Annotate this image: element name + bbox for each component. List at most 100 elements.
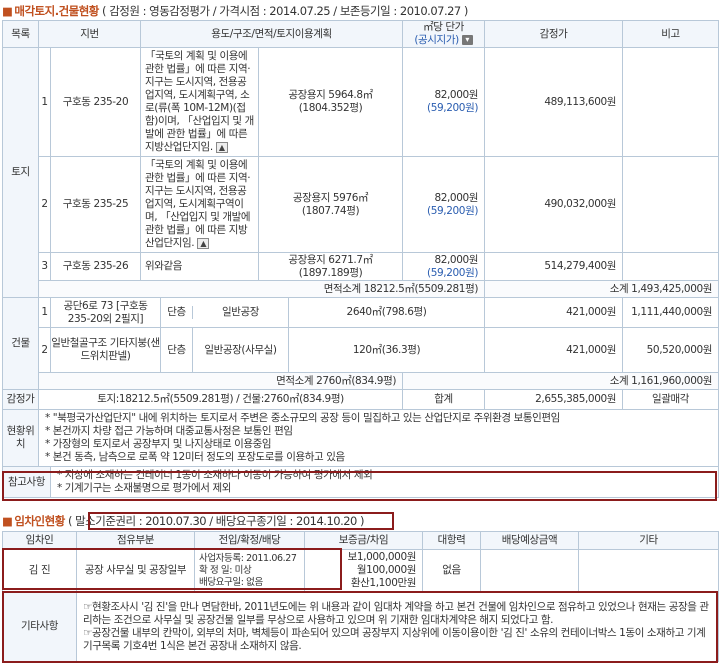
building-row-desc: 일반철골구조 기타지붕(샌드위치판넬) [50, 327, 161, 373]
appraisal-note: 일괄매각 [622, 389, 720, 410]
land-label: 토지 [2, 47, 39, 298]
building-row-area: 120㎡(36.3평) [287, 327, 486, 373]
appraisal-label: 감정가 [2, 389, 39, 410]
tenant-header-priority: 대항력 [422, 531, 481, 550]
building-row-value: 50,520,000원 [622, 327, 720, 373]
bullet-icon: ■ [2, 4, 13, 18]
section-subtitle: ( 감정원 : 영동감정평가 / 가격시점 : 2014.07.25 / 보존등… [102, 4, 468, 18]
land-row-pyeong: (1807.74평) [301, 204, 360, 217]
bullet-icon: ■ [2, 514, 13, 528]
tenant-header-dates: 전입/확정/배당 [194, 531, 305, 550]
building-row-price: 421,000원 [484, 297, 624, 328]
building-row: 2 일반철골구조 기타지붕(샌드위치판넬) 단층 일반공장(사무실) 120㎡(… [3, 327, 720, 373]
other-highlight [2, 591, 718, 663]
land-row-plan-text: 「국토의 계획 및 이용에 관한 법률」에 따른 지역·지구는 도시지역, 전용… [145, 159, 251, 249]
tenant-header-name: 임차인 [2, 531, 77, 550]
location-line: * "북평국가산업단지" 내에 위치하는 토지로서 주변은 중소규모의 공장 등… [45, 412, 560, 424]
location-line: * 본건 동측, 남측으로 로폭 약 12미터 정도의 포장도로를 이용하고 있… [45, 451, 345, 463]
land-row-use: 공장용지 5976㎡ (1807.74평) [257, 156, 404, 253]
land-row-price: 82,000원 (59,200원) [402, 47, 486, 157]
land-building-table: 목록 지번 용도/구조/면적/토지이용계획 ㎡당 단가 (공시지가) ▾ 감정가… [2, 20, 720, 498]
land-row-gongsi: (59,200원) [427, 266, 479, 279]
land-row-use-text: 공장용지 5964.8㎡ [288, 89, 373, 101]
land-row-price-text: 82,000원 [434, 89, 479, 101]
land-area-subtotal: 면적소계 18212.5㎡(5509.281평) [37, 280, 486, 298]
land-row-bigo [622, 156, 720, 253]
land-row-use-text: 공장용지 6271.7㎡ [288, 253, 373, 266]
land-row-use: 공장용지 6271.7㎡ (1897.189평) [257, 252, 404, 281]
collapse-icon[interactable]: ▲ [215, 141, 228, 153]
header-gamjeong: 감정가 [484, 20, 624, 48]
land-row-jibeon: 구호동 235-25 [50, 156, 141, 253]
building-label: 건물 [2, 297, 39, 390]
building-row-use-cell: 단층 일반공장(사무실) [160, 327, 289, 373]
building-row-use-cell: 단층 일반공장 [160, 297, 289, 328]
land-row-price-text: 82,000원 [434, 191, 479, 204]
land-row: 3 구호동 235-26 위와같음 공장용지 6271.7㎡ (1897.189평… [3, 252, 720, 281]
building-row-use: 일반공장(사무실) [204, 343, 277, 356]
building-row-area: 2640㎡(798.6평) [287, 297, 486, 328]
land-row-price: 82,000원 (59,200원) [402, 156, 486, 253]
header-gongsi-link[interactable]: (공시지가) [414, 34, 459, 46]
tenant-header-etc: 기타 [578, 531, 719, 550]
land-row-plan: 「국토의 계획 및 이용에 관한 법률」에 따른 지역·지구는 도시지역, 전용… [140, 47, 259, 157]
building-row-no: 1 [38, 297, 51, 328]
land-row-plan: 「국토의 계획 및 이용에 관한 법률」에 따른 지역·지구는 도시지역, 전용… [140, 156, 259, 253]
tenant-priority: 없음 [422, 549, 481, 592]
land-row-value: 490,032,000원 [484, 156, 624, 253]
land-row-bigo [622, 252, 720, 281]
building-subtotal-row: 면적소계 2760㎡(834.9평) 소계 1,161,960,000원 [3, 372, 720, 390]
land-row-pyeong: (1897.189평) [298, 266, 363, 279]
building-subtotal: 소계 1,161,960,000원 [402, 372, 720, 390]
appraisal-total: 2,655,385,000원 [484, 389, 624, 410]
land-row-plan-text: 「국토의 계획 및 이용에 관한 법률」에 따른 지역·지구는 도시지역, 전용… [145, 50, 254, 153]
land-row-price-text: 82,000원 [434, 253, 479, 266]
land-row-value: 514,279,400원 [484, 252, 624, 281]
building-row-use: 일반공장 [221, 306, 260, 318]
header-yongdo: 용도/구조/면적/토지이용계획 [139, 20, 404, 48]
building-area-subtotal: 면적소계 2760㎡(834.9평) [37, 372, 404, 390]
land-row-plan: 위와같음 [140, 252, 259, 281]
building-row-floor-text: 단층 [162, 328, 193, 372]
section-title-land-building: ■ 매각토지.건물현황 ( 감정원 : 영동감정평가 / 가격시점 : 2014.… [2, 3, 468, 19]
appraisal-summary: 토지:18212.5㎡(5509.281평) / 건물:2760㎡(834.9평… [37, 389, 404, 410]
land-row-no: 3 [38, 252, 51, 281]
location-notes: * "북평국가산업단지" 내에 위치하는 토지로서 주변은 중소규모의 공장 등… [37, 409, 720, 467]
land-row-gongsi: (59,200원) [427, 204, 479, 217]
header-bigo: 비고 [622, 20, 720, 48]
land-row-value: 489,113,600원 [484, 47, 624, 157]
reference-highlight [2, 471, 717, 501]
header-danga: ㎡당 단가 (공시지가) ▾ [402, 20, 486, 48]
location-line: * 본건까지 차량 접근 가능하며 대중교통사정은 보통인 편임 [45, 425, 293, 437]
land-row: 2 구호동 235-25 「국토의 계획 및 이용에 관한 법률」에 따른 지역… [3, 156, 720, 253]
subtitle-highlight [88, 512, 394, 530]
header-danga-label: ㎡당 단가 [423, 21, 464, 34]
land-row-no: 2 [38, 156, 51, 253]
land-row: 토지 1 구호동 235-20 「국토의 계획 및 이용에 관한 법률」에 따른… [2, 47, 720, 298]
section-title-text: 임차인현황 [14, 514, 65, 528]
header-mokrok: 목록 [2, 20, 39, 48]
land-row-bigo [622, 47, 720, 157]
tenant-header-deposit: 보증금/차임 [304, 531, 423, 550]
gongsi-toggle-icon[interactable]: ▾ [461, 35, 473, 45]
building-row-price: 421,000원 [484, 327, 624, 373]
location-row: 현황위치 * "북평국가산업단지" 내에 위치하는 토지로서 주변은 중소규모의… [2, 409, 720, 467]
land-subtotal: 소계 1,493,425,000원 [484, 280, 720, 298]
building-row-no: 2 [38, 327, 51, 373]
section-title-text: 매각토지.건물현황 [14, 4, 99, 18]
building-row-floor-text: 단층 [162, 306, 193, 319]
location-label: 현황위치 [2, 409, 39, 467]
land-subtotal-row: 면적소계 18212.5㎡(5509.281평) 소계 1,493,425,00… [3, 280, 720, 298]
building-row-desc: 공단6로 73 [구호동 235-20외 2필지] [50, 297, 161, 328]
tenant-highlight [2, 548, 342, 590]
location-line: * 가장형의 토지로서 공장부지 및 나지상태로 이용중임 [45, 438, 272, 450]
land-row-no: 1 [38, 47, 51, 157]
collapse-icon[interactable]: ▲ [197, 237, 210, 249]
tenant-etc [578, 549, 719, 592]
land-row-price: 82,000원 (59,200원) [402, 252, 486, 281]
appraisal-total-label: 합계 [402, 389, 486, 410]
land-row-pyeong: (1804.352평) [298, 102, 363, 114]
land-row-use: 공장용지 5964.8㎡ (1804.352평) [257, 47, 404, 157]
land-row-jibeon: 구호동 235-20 [50, 47, 141, 157]
header-jibeon: 지번 [38, 20, 141, 48]
